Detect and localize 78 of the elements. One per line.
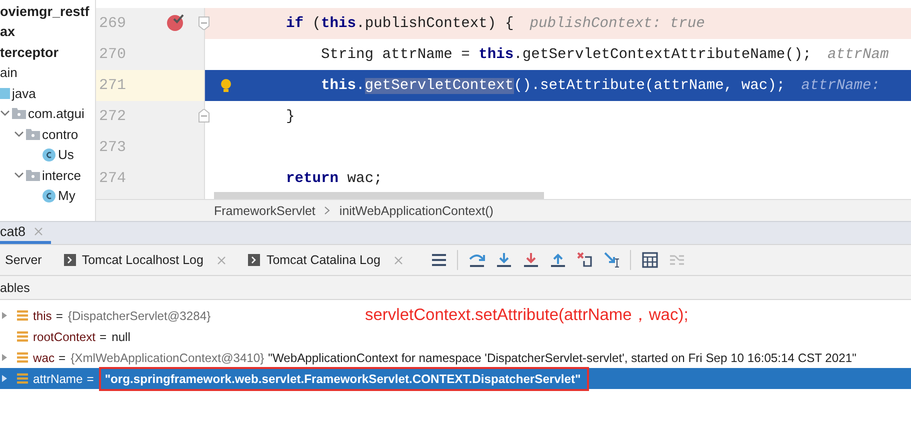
drop-frame-icon[interactable]	[576, 251, 594, 269]
console-icon	[248, 254, 260, 266]
tree-item[interactable]: java	[12, 86, 36, 101]
class-icon	[42, 188, 56, 203]
code-text: }	[286, 108, 295, 124]
selected-row[interactable]: attrName = "org.springframework.web.servlet.FrameworkServlet.CONTEXT.DispatcherServlet"	[0, 368, 911, 389]
chevron-down-icon	[14, 130, 24, 138]
variable-type: {XmlWebApplicationContext@3410}	[70, 350, 264, 364]
tree-item[interactable]: oviemgr_restf	[0, 4, 90, 19]
equals-sign: =	[58, 350, 66, 364]
code-text: String attrName = this.getServletContextAttributeName();	[320, 46, 812, 62]
variable-name: this	[33, 308, 52, 322]
lightbulb-icon	[220, 78, 232, 92]
class-icon	[42, 148, 56, 162]
code-text: this.getServletContext().setAttribute(attrName, wac);	[320, 78, 786, 94]
variable-type: {DispatcherServlet@3284}	[68, 308, 211, 322]
close-icon	[217, 256, 226, 264]
tree-item[interactable]: terceptor	[0, 44, 59, 60]
folder-icon	[26, 168, 40, 182]
breadcrumb[interactable]: initWebApplicationContext()	[339, 204, 494, 218]
equals-sign: =	[56, 308, 63, 322]
tree-item[interactable]: contro	[42, 126, 78, 142]
variable-name: rootContext	[33, 330, 96, 344]
field-icon	[17, 310, 28, 321]
inline-hint: attrName:	[801, 78, 880, 94]
fold-marker-icon	[198, 16, 210, 30]
variable-name: attrName	[33, 372, 83, 386]
chevron-down-icon	[14, 172, 24, 179]
breakpoint-icon[interactable]	[166, 12, 186, 32]
annotation-text: servletContext.setAttribute(attrName，wac);	[365, 305, 688, 326]
chevron-right-icon	[324, 206, 330, 215]
line-number: 269	[99, 15, 126, 32]
folder-icon	[0, 86, 10, 100]
field-icon	[17, 331, 28, 342]
line-number: 273	[99, 139, 126, 156]
console-tab[interactable]: Tomcat Localhost Log	[64, 253, 226, 267]
tree-item[interactable]: interce	[42, 168, 82, 183]
folder-icon	[26, 128, 40, 141]
expand-arrow-icon	[2, 312, 7, 319]
inline-hint: attrNam	[827, 46, 889, 62]
equals-sign: =	[86, 372, 94, 386]
variable-name: wac	[33, 350, 55, 364]
equals-sign: =	[100, 330, 107, 344]
tree-item[interactable]: Us	[58, 147, 74, 162]
expand-arrow-icon	[2, 375, 7, 382]
field-icon	[17, 352, 28, 363]
fold-marker-icon	[198, 109, 210, 123]
tree-item[interactable]: My	[58, 188, 76, 204]
calculator-icon[interactable]	[640, 251, 659, 269]
arrow-up-icon[interactable]	[548, 251, 567, 269]
console-tab[interactable]: Server	[5, 253, 42, 267]
breadcrumb[interactable]: FrameworkServlet	[214, 204, 316, 218]
code-text: if (this.publishContext) {	[286, 16, 514, 32]
panel-title: ables	[0, 280, 30, 294]
line-number: 271	[99, 77, 126, 94]
console-tab[interactable]: Tomcat Catalina Log	[248, 253, 404, 267]
console-icon	[64, 254, 76, 266]
line-number: 272	[99, 108, 126, 125]
inline-hint: publishContext: true	[530, 16, 705, 32]
tree-item[interactable]: ain	[0, 65, 18, 80]
close-icon	[394, 256, 404, 264]
run-to-cursor-icon[interactable]	[602, 251, 621, 269]
arrow-down-icon[interactable]	[494, 251, 513, 269]
variable-value: null	[112, 330, 130, 344]
code-text: return wac;	[286, 170, 382, 186]
field-icon	[17, 373, 28, 384]
chevron-down-icon	[0, 110, 10, 118]
variable-value: "org.springframework.web.servlet.FrameworkServlet.CONTEXT.DispatcherServlet"	[98, 366, 589, 390]
line-number: 270	[99, 46, 126, 63]
tree-item[interactable]: ax	[0, 24, 16, 40]
variable-value: "WebApplicationContext for namespace 'DispatcherServlet-servlet', started on Fri Sep 10 16:05:14 CST 2021"	[268, 350, 856, 364]
expand-arrow-icon	[2, 354, 7, 361]
folder-icon	[12, 107, 26, 120]
line-number: 274	[99, 170, 126, 187]
tree-item[interactable]: com.atgui	[28, 106, 84, 122]
menu-icon[interactable]	[430, 251, 448, 269]
arrow-down-icon[interactable]	[522, 251, 540, 269]
close-icon	[34, 227, 43, 236]
